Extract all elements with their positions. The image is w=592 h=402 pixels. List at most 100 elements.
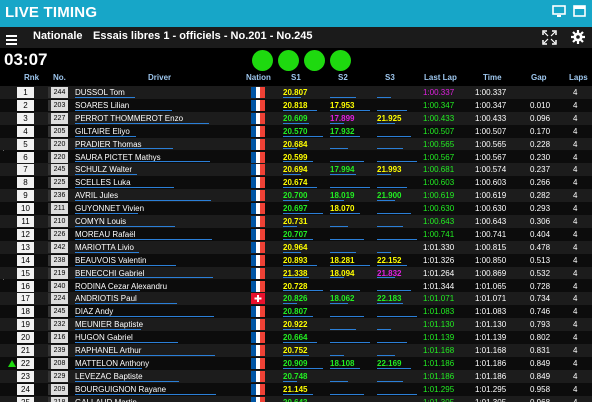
table-row[interactable]: 7 245 SCHULZ Walter 20.694 17.994 21.993 1:00.… [0,163,592,177]
col-nation[interactable]: Nation [246,73,271,82]
sector1-bar [283,109,317,111]
table-row[interactable]: 24 209 BOURGUIGNON Rayane 21.145 1:01.295 1:0… [0,382,592,396]
table-row[interactable]: 10 211 GUYONNET Vivien 20.697 18.070 1:00.630… [0,202,592,215]
car-number: 203 [48,99,68,111]
driver-progress-line [75,135,136,137]
table-row[interactable]: 13 242 MARIOTTA Livio 20.964 1:01.330 1:00.81… [0,240,592,254]
col-s2[interactable]: S2 [338,73,348,82]
driver-progress-line [75,251,139,253]
col-s3[interactable]: S3 [385,73,395,82]
col-laps[interactable]: Laps [569,73,588,82]
table-row[interactable]: 12 226 MOREAU Rafaël 20.707 1:00.741 1:00.741… [0,227,592,241]
sector1-bar [283,303,297,305]
table-row[interactable]: 8 225 SCELLES Luka 20.674 1:00.603 1:00.603 0.… [0,176,592,190]
table-row[interactable]: 4 205 GILTAIRE Eliyo 20.570 17.932 1:00.507 1:… [0,124,592,138]
best-time: 1:01.139 [475,333,507,343]
table-row[interactable]: 21 239 RAPHANEL Arthur 20.752 1:01.168 1:01.1… [0,344,592,357]
gap-value: 0.958 [530,384,551,394]
expand-icon[interactable] [542,30,557,50]
last-lap-time: 1:01.264 [423,268,455,278]
gap-value: 0.170 [530,126,551,136]
gap-value: 0.802 [530,333,551,343]
rank-cell: 20 [17,332,34,344]
rank-cell: 14 [17,254,34,266]
rank-cell: 12 [17,228,34,240]
table-row[interactable]: 3 227 PERROT THOMMEROT Enzo 20.609 17.899 21.… [0,111,592,125]
driver-progress-line [75,238,212,240]
col-time[interactable]: Time [483,73,502,82]
french-flag-icon [251,216,266,227]
french-flag-icon [251,87,266,98]
driver-progress-line [75,354,215,356]
table-row[interactable]: 23 229 LEVEZAC Baptiste 20.748 1:01.186 1:01.… [0,369,592,383]
sector2-bar [330,329,356,331]
col-driver[interactable]: Driver [148,73,171,82]
driver-progress-line [75,393,216,395]
status-light [304,50,325,71]
sector2-bar [330,251,356,253]
sector1-bar [283,290,323,292]
swiss-flag-icon [251,293,265,305]
table-row[interactable]: 5 220 PRADIER Thomas 20.684 1:00.565 1:00.565… [0,137,592,151]
sector1-bar [283,135,323,137]
last-lap-time: 1:01.326 [423,255,455,265]
gap-value: 0.404 [530,229,551,239]
gap-value: 0.793 [530,320,551,330]
table-row[interactable]: 22 208 MATTELON Anthony 20.909 18.108 22.169 1… [0,356,592,370]
sector2-bar [330,303,348,305]
col-rank[interactable]: Rnk [24,73,39,82]
table-row[interactable]: 18 245 DIAZ Andy 20.807 1:01.083 1:01.083 0.74… [0,305,592,319]
session-title: Essais libres 1 - officiels - No.201 - N… [93,30,313,42]
table-row[interactable]: 19 232 MEUNIER Baptiste 20.922 1:01.130 1:01.… [0,318,592,332]
rank-cell: 5 [17,138,34,150]
sector3-bar [377,122,395,124]
french-flag-icon [251,383,266,395]
laps-count: 4 [573,217,578,226]
col-last-lap[interactable]: Last Lap [424,73,457,82]
gear-icon[interactable] [571,30,585,49]
rank-cell: 8 [17,177,34,189]
sector3-bar [377,212,411,214]
sector1-bar [283,341,317,343]
laps-count: 4 [573,191,578,201]
best-time: 1:01.083 [475,307,507,317]
sector1-bar [283,393,313,395]
monitor-icon[interactable] [552,5,566,23]
col-number[interactable]: No. [53,73,66,82]
col-s1[interactable]: S1 [291,73,301,82]
car-number: 240 [48,280,68,292]
rank-cell: 18 [17,306,34,318]
sector3-bar [377,238,417,240]
best-time: 1:00.869 [475,268,507,278]
table-row[interactable]: 11 210 COMYN Louis 20.731 1:00.643 1:00.643 0.… [0,215,592,228]
table-row[interactable]: 25 218 GALLAUD Martin 20.643 1:01.305 1:01.30… [0,395,592,402]
table-row[interactable]: 2 203 SOARES Lilian 20.818 17.953 1:00.347 1:0… [0,98,592,112]
window-icon[interactable] [573,5,586,23]
table-row[interactable]: 6 220 SAURA PICTET Mathys 20.599 1:00.567 1:0… [0,150,592,164]
table-row[interactable]: 1 244 DUSSOL Tom 20.807 1:00.337 1:00.337 4 [0,86,592,99]
rank-cell: 2 [17,99,34,111]
best-time: 1:00.565 [475,139,507,149]
sector2-bar [330,187,370,189]
table-row[interactable]: 20 216 HUGON Gabriel 20.664 1:01.139 1:01.139… [0,331,592,344]
best-time: 1:01.186 [475,371,507,381]
table-row[interactable]: 14 238 BEAUVOIS Valentin 20.893 18.281 22.152… [0,253,592,267]
driver-progress-line [75,148,173,150]
sector2-bar [330,135,360,137]
car-number: 211 [48,203,68,215]
table-row[interactable]: 15 219 BENECCHI Gabriel 21.338 18.094 21.832 1… [0,266,592,280]
best-time: 1:00.347 [475,100,507,110]
best-time: 1:00.433 [475,113,507,123]
sector3-bar [377,135,411,137]
table-row[interactable]: 17 224 ANDRIOTIS Paul 20.826 18.062 22.183 1:0… [0,292,592,306]
best-time: 1:00.619 [475,191,507,201]
laps-count: 4 [573,384,578,394]
sector2-bar [330,380,348,382]
table-row[interactable]: 16 240 RODINA Cezar Alexandru 20.728 1:01.34… [0,279,592,293]
rank-cell: 9 [17,190,34,202]
table-row[interactable]: 9 236 AVRIL Jules 20.700 18.019 21.900 1:00.61… [0,189,592,203]
french-flag-icon [251,177,266,189]
col-gap[interactable]: Gap [531,73,547,82]
sector2-bar [330,367,360,369]
french-flag-icon [251,99,266,111]
